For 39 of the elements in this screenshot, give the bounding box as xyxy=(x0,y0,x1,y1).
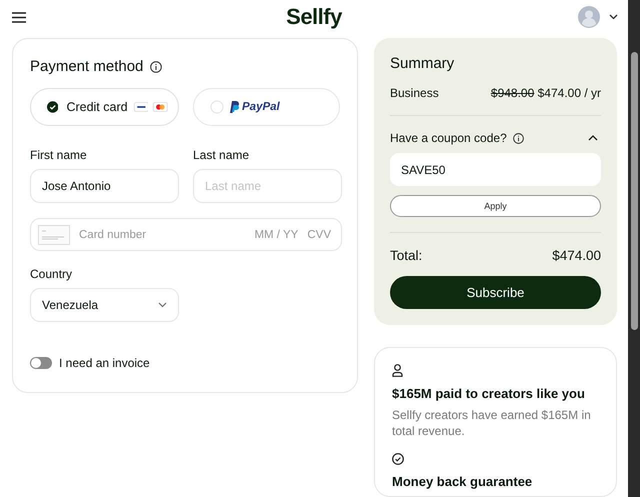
summary-title: Summary xyxy=(390,55,456,72)
total-label: Total: xyxy=(390,248,422,263)
logo: Sellfy xyxy=(286,4,342,30)
country-select[interactable]: Venezuela xyxy=(30,288,179,322)
card-brand-icon xyxy=(134,101,148,113)
subscribe-button[interactable]: Subscribe xyxy=(390,276,601,309)
info-icon[interactable] xyxy=(512,132,524,144)
check-circle-icon xyxy=(392,453,404,465)
total-amount: $474.00 xyxy=(552,248,601,263)
feature-title: $165M paid to creators like you xyxy=(392,386,586,401)
scrollbar-thumb[interactable] xyxy=(630,52,638,330)
method-label: Credit card xyxy=(66,100,128,114)
payment-method-option[interactable]: Credit card xyxy=(30,88,179,126)
old-price: $948.00 xyxy=(490,86,534,100)
info-icon[interactable] xyxy=(150,60,162,72)
payment-method-option[interactable]: PayPal xyxy=(193,88,340,126)
field-label: Last name xyxy=(193,148,250,162)
coupon-label: Have a coupon code? xyxy=(390,131,507,145)
apply-button[interactable]: Apply xyxy=(390,195,601,217)
field-label: First name xyxy=(30,148,88,162)
coupon-field[interactable]: SAVE50 xyxy=(390,153,601,186)
card-icon xyxy=(38,224,70,244)
person-icon xyxy=(392,364,403,377)
chevron-down-icon xyxy=(158,302,167,308)
feature-description: Sellfy creators have earned $165M in total revenue. xyxy=(392,407,592,439)
paypal-logo: PayPal xyxy=(242,101,280,113)
chevron-down-icon[interactable] xyxy=(609,14,618,20)
section-title: Payment method xyxy=(30,58,144,75)
card-brand-icon xyxy=(153,101,168,113)
chevron-up-icon[interactable] xyxy=(588,135,598,141)
toggle-label: I need an invoice xyxy=(59,356,150,370)
field-label: Country xyxy=(30,267,74,281)
menu-icon[interactable] xyxy=(12,12,26,22)
plan-name: Business xyxy=(390,86,439,100)
toggle-switch[interactable] xyxy=(30,357,52,369)
plan-price: $474.00 / yr xyxy=(538,86,601,100)
feature-title: Money back guarantee xyxy=(392,474,534,489)
input-field[interactable]: Jose Antonio xyxy=(30,169,179,203)
paypal-logo-icon xyxy=(229,101,239,113)
